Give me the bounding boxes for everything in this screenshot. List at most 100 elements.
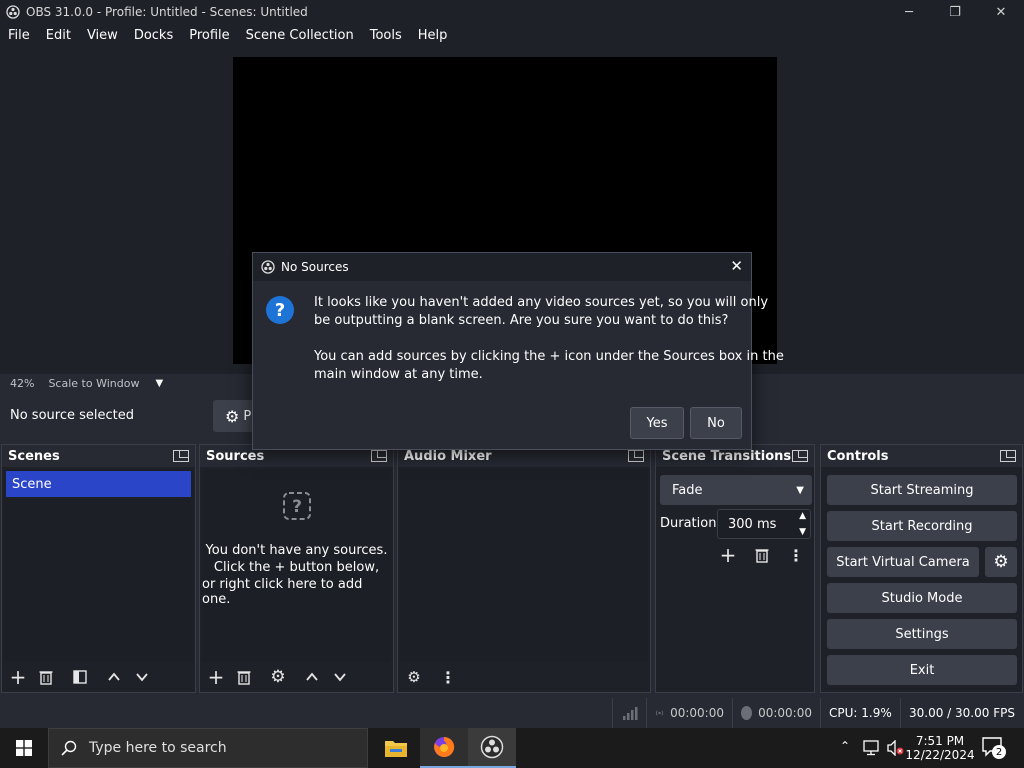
- search-icon: [61, 740, 77, 756]
- transition-select[interactable]: Fade ▼: [660, 475, 812, 505]
- network-icon[interactable]: [862, 740, 880, 760]
- stream-time: 00:00:00: [670, 706, 724, 720]
- dialog-message-line-4: main window at any time.: [314, 367, 483, 382]
- signal-bars-icon: [622, 707, 637, 720]
- dialog-message-line-3: You can add sources by clicking the + ic…: [314, 349, 784, 364]
- remove-transition-button[interactable]: [750, 543, 774, 567]
- undock-icon[interactable]: [792, 450, 808, 462]
- undock-icon[interactable]: [1000, 450, 1016, 462]
- show-hidden-icons-button[interactable]: ⌃: [840, 739, 850, 753]
- add-source-button[interactable]: +: [204, 665, 228, 689]
- undock-icon[interactable]: [628, 450, 644, 462]
- spin-down-icon[interactable]: ▼: [799, 527, 806, 537]
- title-bar: OBS 31.0.0 - Profile: Untitled - Scenes:…: [0, 0, 1024, 24]
- move-source-up-button[interactable]: [300, 665, 324, 689]
- start-recording-button[interactable]: Start Recording: [827, 511, 1017, 541]
- virtual-camera-settings-button[interactable]: ⚙: [985, 547, 1017, 577]
- start-streaming-button[interactable]: Start Streaming: [827, 475, 1017, 505]
- minimize-button[interactable]: ─: [886, 0, 932, 24]
- dialog-yes-button[interactable]: Yes: [630, 407, 684, 439]
- scenes-list[interactable]: Scene: [4, 469, 193, 662]
- spin-up-icon[interactable]: ▲: [799, 511, 806, 521]
- chevron-down-icon: [136, 673, 148, 682]
- plus-icon: +: [719, 543, 737, 567]
- exit-button[interactable]: Exit: [827, 655, 1017, 685]
- dialog-no-button[interactable]: No: [690, 407, 742, 439]
- duration-spinbox[interactable]: 300 ms ▲ ▼: [717, 509, 811, 539]
- transition-menu-button[interactable]: ⋮: [784, 543, 808, 567]
- studio-mode-label: Studio Mode: [881, 590, 963, 606]
- add-transition-button[interactable]: +: [716, 543, 740, 567]
- menu-bar: File Edit View Docks Profile Scene Colle…: [0, 24, 1024, 46]
- maximize-button[interactable]: ❐: [932, 0, 978, 24]
- gears-icon: ⚙: [407, 668, 421, 686]
- volume-muted-icon[interactable]: [886, 739, 904, 760]
- transitions-title: Scene Transitions: [662, 448, 792, 464]
- undock-icon[interactable]: [371, 450, 387, 462]
- scene-item[interactable]: Scene: [6, 471, 191, 497]
- start-recording-label: Start Recording: [871, 518, 973, 534]
- obs-icon: [480, 735, 504, 759]
- plus-icon: +: [9, 665, 27, 689]
- properties-label: P: [243, 408, 252, 424]
- menu-scene-collection[interactable]: Scene Collection: [238, 28, 362, 43]
- transition-selected: Fade: [672, 482, 703, 498]
- zoom-level: 42%: [10, 376, 35, 390]
- start-button[interactable]: [0, 728, 48, 768]
- close-button[interactable]: ✕: [978, 0, 1024, 24]
- move-scene-up-button[interactable]: [102, 665, 126, 689]
- yes-label: Yes: [646, 415, 668, 431]
- properties-button[interactable]: ⚙ P: [213, 400, 257, 432]
- controls-title: Controls: [827, 448, 889, 464]
- sources-title: Sources: [206, 448, 265, 464]
- start-streaming-label: Start Streaming: [870, 482, 974, 498]
- file-explorer-taskbar-button[interactable]: [372, 728, 420, 768]
- remove-scene-button[interactable]: [34, 665, 58, 689]
- obs-taskbar-button[interactable]: [468, 728, 516, 768]
- menu-help[interactable]: Help: [410, 28, 456, 43]
- studio-mode-button[interactable]: Studio Mode: [827, 583, 1017, 613]
- add-scene-button[interactable]: +: [6, 665, 30, 689]
- settings-button[interactable]: Settings: [827, 619, 1017, 649]
- more-vertical-icon: ⋮: [440, 667, 456, 687]
- scene-filters-button[interactable]: [68, 665, 92, 689]
- menu-edit[interactable]: Edit: [38, 28, 79, 43]
- record-status: 00:00:00: [732, 698, 820, 728]
- undock-icon[interactable]: [173, 450, 189, 462]
- audio-mixer-menu-button[interactable]: ⋮: [436, 665, 460, 689]
- menu-profile[interactable]: Profile: [181, 28, 237, 43]
- sources-toolbar: + ⚙: [200, 662, 393, 692]
- taskbar-search[interactable]: Type here to search: [48, 728, 368, 768]
- start-virtual-camera-button[interactable]: Start Virtual Camera: [827, 547, 979, 577]
- duration-value: 300 ms: [728, 516, 777, 532]
- trash-icon: [237, 671, 251, 685]
- search-placeholder: Type here to search: [89, 740, 227, 756]
- action-center-button[interactable]: 2: [982, 737, 1006, 759]
- gear-icon: ⚙: [225, 406, 240, 426]
- close-icon: ✕: [730, 257, 743, 275]
- sources-list[interactable]: ? You don't have any sources. Click the …: [202, 469, 391, 662]
- dialog-close-button[interactable]: ✕: [730, 257, 743, 275]
- source-properties-button[interactable]: ⚙: [266, 665, 290, 689]
- firefox-taskbar-button[interactable]: [420, 728, 468, 768]
- folder-icon: [385, 741, 407, 757]
- menu-view[interactable]: View: [79, 28, 126, 43]
- windows-taskbar: Type here to search ⌃ 7:51 PM 12/22/2024…: [0, 728, 1024, 768]
- status-bar: 00:00:00 00:00:00 CPU: 1.9% 30.00 / 30.0…: [0, 698, 1024, 728]
- chevron-up-icon: ⌃: [840, 739, 851, 753]
- dialog-title-bar: No Sources ✕: [253, 253, 751, 281]
- scale-dropdown-icon[interactable]: ▼: [155, 378, 163, 389]
- audio-mixer-area[interactable]: [400, 469, 648, 662]
- clock-time: 7:51 PM: [915, 734, 965, 748]
- fps-value: 30.00 / 30.00 FPS: [909, 706, 1015, 720]
- scale-mode-select[interactable]: Scale to Window: [48, 377, 139, 390]
- move-source-down-button[interactable]: [328, 665, 352, 689]
- menu-file[interactable]: File: [0, 28, 38, 43]
- advanced-audio-button[interactable]: ⚙: [402, 665, 426, 689]
- move-scene-down-button[interactable]: [130, 665, 154, 689]
- menu-tools[interactable]: Tools: [362, 28, 410, 43]
- taskbar-clock[interactable]: 7:51 PM 12/22/2024: [905, 730, 974, 766]
- menu-docks[interactable]: Docks: [126, 28, 181, 43]
- settings-label: Settings: [895, 626, 949, 642]
- remove-source-button[interactable]: [232, 665, 256, 689]
